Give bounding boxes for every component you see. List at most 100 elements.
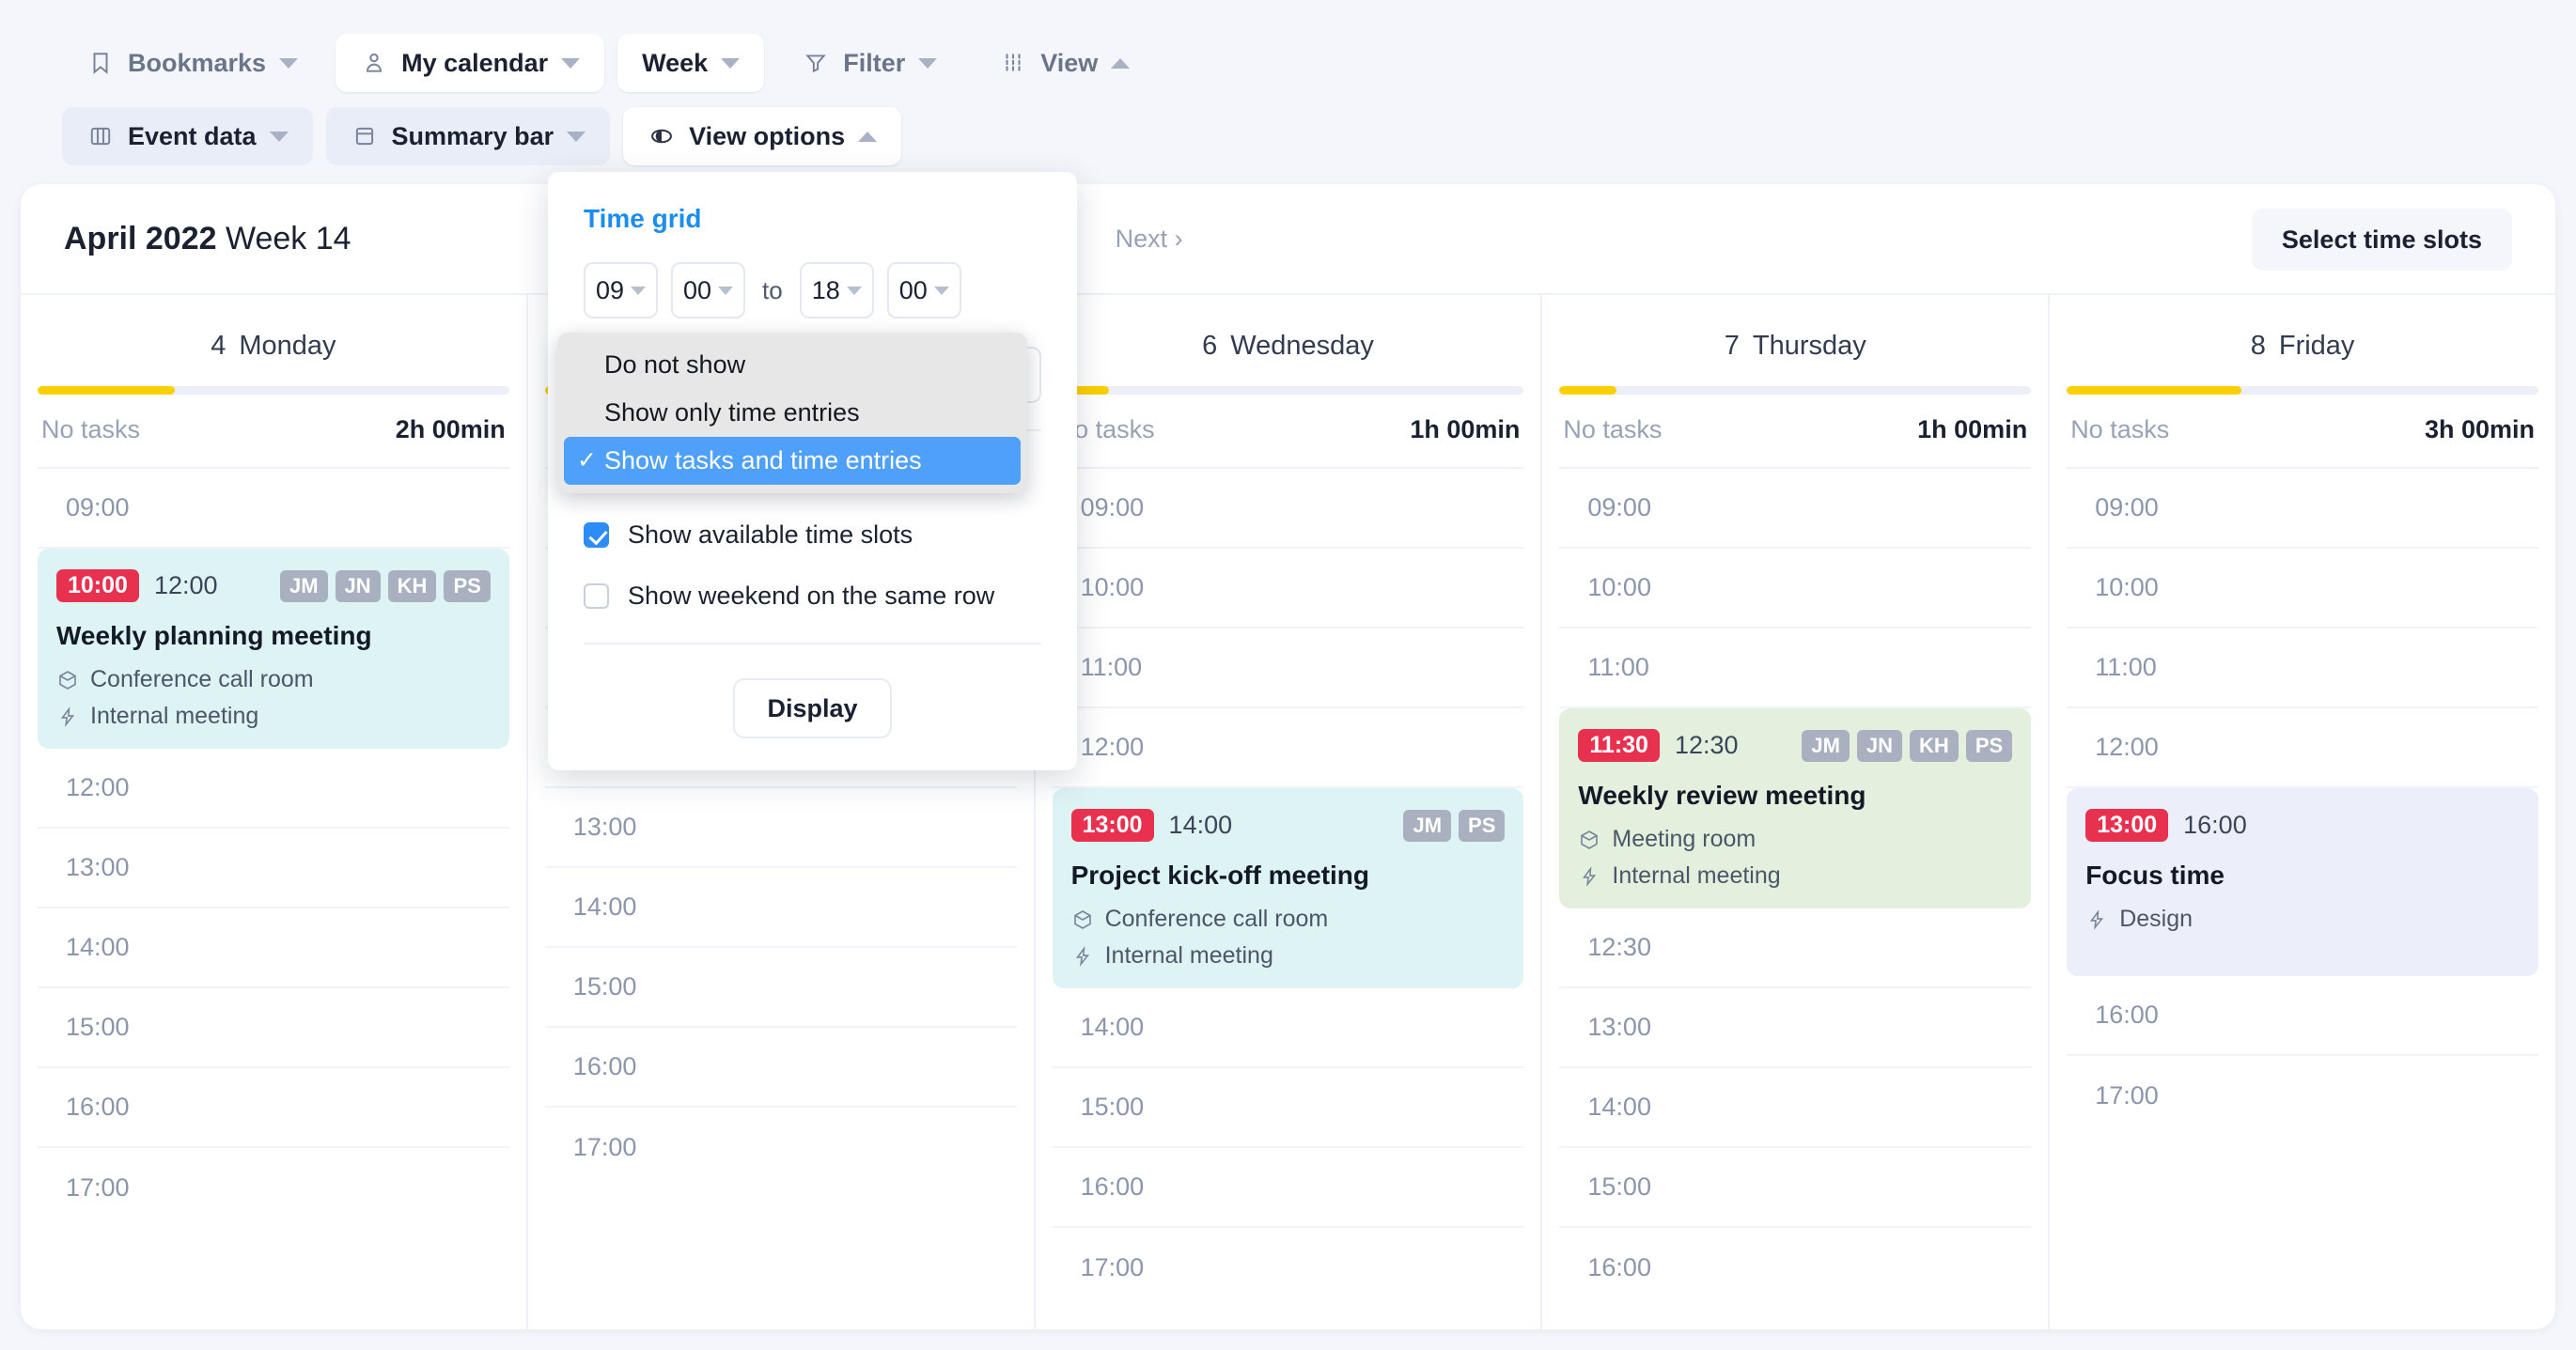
page-title: April 2022 Week 14 (64, 221, 351, 257)
event-end-time: 14:00 (1168, 811, 1233, 839)
summary-bar-button[interactable]: Summary bar (325, 107, 611, 165)
show-available-time-slots-checkbox[interactable] (584, 522, 609, 548)
columns-icon (86, 122, 115, 150)
day-summary: No tasks 1h 00min (1052, 395, 1524, 469)
time-slot[interactable]: 14:00 (1559, 1068, 2032, 1148)
time-slot[interactable]: 10:00 (1052, 549, 1524, 628)
time-slot-label: 10:00 (1080, 573, 1145, 601)
display-button[interactable]: Display (733, 678, 892, 738)
time-slot-label: 16:00 (2095, 1001, 2159, 1029)
time-slot[interactable]: 14:00 (544, 868, 1017, 948)
time-slot[interactable]: 12:00 (38, 749, 509, 829)
to-hour-value: 18 (811, 275, 840, 304)
time-slot[interactable]: 16:00 (1052, 1148, 1524, 1228)
divider (584, 643, 1041, 644)
event-time-range: 13:00 16:00 (2085, 809, 2247, 842)
event-data-button[interactable]: Event data (62, 107, 313, 165)
time-slot[interactable]: 09:00 (1559, 469, 2032, 549)
time-slot[interactable]: 14:00 (1052, 988, 1524, 1068)
chevron-down-icon (631, 286, 646, 295)
time-slot[interactable]: 17:00 (1053, 1228, 1524, 1308)
day-number: 7 (1724, 331, 1740, 361)
day-column-wednesday: 6 Wednesday No tasks 1h 00min 09:00 10:00 11:0… (1033, 295, 1541, 1329)
my-calendar-button[interactable]: My calendar (336, 34, 605, 92)
time-slot-label: 13:00 (572, 813, 637, 841)
show-weekend-same-row-label[interactable]: Show weekend on the same row (628, 582, 994, 611)
chevron-up-icon (858, 131, 878, 142)
to-minute-select[interactable]: 00 (886, 262, 961, 318)
time-slot[interactable]: 10:00 (2067, 549, 2538, 628)
time-slot[interactable]: 09:00 (1052, 469, 1524, 549)
category-icon (2085, 908, 2108, 931)
view-button[interactable]: View (975, 34, 1154, 92)
time-slot[interactable]: 16:00 (1559, 1228, 2031, 1308)
time-slot[interactable]: 17:00 (545, 1108, 1017, 1187)
show-weekend-same-row-row[interactable]: Show weekend on the same row (584, 582, 1041, 611)
time-slot[interactable]: 10:00 (1559, 549, 2032, 628)
time-slot[interactable]: 13:00 (1559, 988, 2032, 1068)
time-slot-label: 15:00 (1080, 1093, 1145, 1121)
time-slot[interactable]: 17:00 (2067, 1056, 2538, 1136)
from-minute-select[interactable]: 00 (671, 262, 745, 318)
time-slot[interactable]: 11:00 (1559, 628, 2032, 708)
summary-bar-label: Summary bar (391, 121, 554, 150)
show-available-time-slots-row[interactable]: Show available time slots (584, 520, 1041, 550)
event-category-label: Design (2119, 906, 2194, 932)
time-slot-label: 13:00 (1587, 1013, 1651, 1041)
next-button[interactable]: Next › (1116, 225, 1183, 254)
time-slot[interactable]: 11:00 (2067, 628, 2538, 708)
time-slot[interactable]: 16:00 (544, 1028, 1017, 1108)
from-hour-select[interactable]: 09 (584, 262, 658, 318)
time-slot[interactable]: 13:00 (544, 788, 1017, 868)
week-range-button[interactable]: Week (617, 34, 765, 92)
option-show-tasks-and-time-entries[interactable]: Show tasks and time entries (564, 437, 1021, 485)
day-weekday: Wednesday (1230, 331, 1374, 361)
time-slot[interactable]: 14:00 (38, 908, 509, 988)
select-time-slots-button[interactable]: Select time slots (2251, 209, 2512, 271)
day-progress-bar (38, 386, 509, 395)
from-minute-value: 00 (683, 275, 712, 304)
filter-button[interactable]: Filter (777, 34, 961, 92)
time-slot-label: 12:00 (1080, 733, 1145, 761)
option-do-not-show[interactable]: Do not show (557, 341, 1027, 389)
event-card[interactable]: 13:00 14:00 JM PS Project kick-off meeting Co… (1052, 788, 1524, 988)
day-heading: 6 Wednesday (1053, 295, 1524, 386)
chevron-down-icon (279, 57, 299, 69)
time-slot[interactable]: 09:00 (2067, 469, 2538, 549)
time-grid-section-title: Time grid (584, 204, 702, 233)
time-slot[interactable]: 09:00 (38, 469, 509, 549)
time-slot[interactable]: 12:30 (1559, 908, 2032, 988)
avatar: JN (335, 569, 381, 602)
show-available-time-slots-label[interactable]: Show available time slots (628, 520, 913, 550)
event-header: 13:00 14:00 JM PS (1070, 809, 1506, 842)
event-card[interactable]: 11:30 12:30 JM JN KH PS Weekly review meeting M… (1559, 708, 2032, 908)
event-card[interactable]: 13:00 16:00 Focus time Design (2067, 788, 2538, 976)
time-slot[interactable]: 16:00 (2067, 976, 2538, 1056)
event-time-range: 10:00 12:00 (56, 569, 218, 602)
room-icon (1578, 829, 1600, 851)
time-slot-label: 12:00 (66, 773, 130, 801)
chevron-down-icon (269, 131, 289, 142)
time-slot[interactable]: 15:00 (1052, 1068, 1524, 1148)
show-weekend-same-row-checkbox[interactable] (584, 583, 609, 609)
view-options-button[interactable]: View options (623, 107, 902, 165)
time-slot[interactable]: 12:00 (2067, 708, 2538, 788)
time-slot[interactable]: 13:00 (38, 829, 509, 908)
time-slot[interactable]: 16:00 (38, 1068, 509, 1148)
time-slot[interactable]: 15:00 (544, 948, 1017, 1028)
to-hour-select[interactable]: 18 (799, 262, 874, 318)
event-end-time: 12:00 (153, 571, 218, 599)
time-slot[interactable]: 15:00 (38, 988, 509, 1068)
event-card[interactable]: 10:00 12:00 JM JN KH PS Weekly planning meetin… (38, 549, 509, 749)
time-slot-label: 10:00 (2095, 573, 2159, 601)
time-slot[interactable]: 12:00 (1052, 708, 1524, 788)
chevron-down-icon (721, 57, 741, 69)
time-slot[interactable]: 17:00 (38, 1148, 509, 1228)
bookmarks-button[interactable]: Bookmarks (62, 34, 322, 92)
toolbar-row-primary: Bookmarks My calendar Week Filter View (62, 26, 2576, 100)
option-show-only-time-entries[interactable]: Show only time entries (557, 389, 1027, 437)
time-slot[interactable]: 11:00 (1052, 628, 1524, 708)
day-weekday: Monday (239, 331, 336, 361)
time-slot[interactable]: 15:00 (1559, 1148, 2032, 1228)
funnel-icon (802, 49, 830, 77)
